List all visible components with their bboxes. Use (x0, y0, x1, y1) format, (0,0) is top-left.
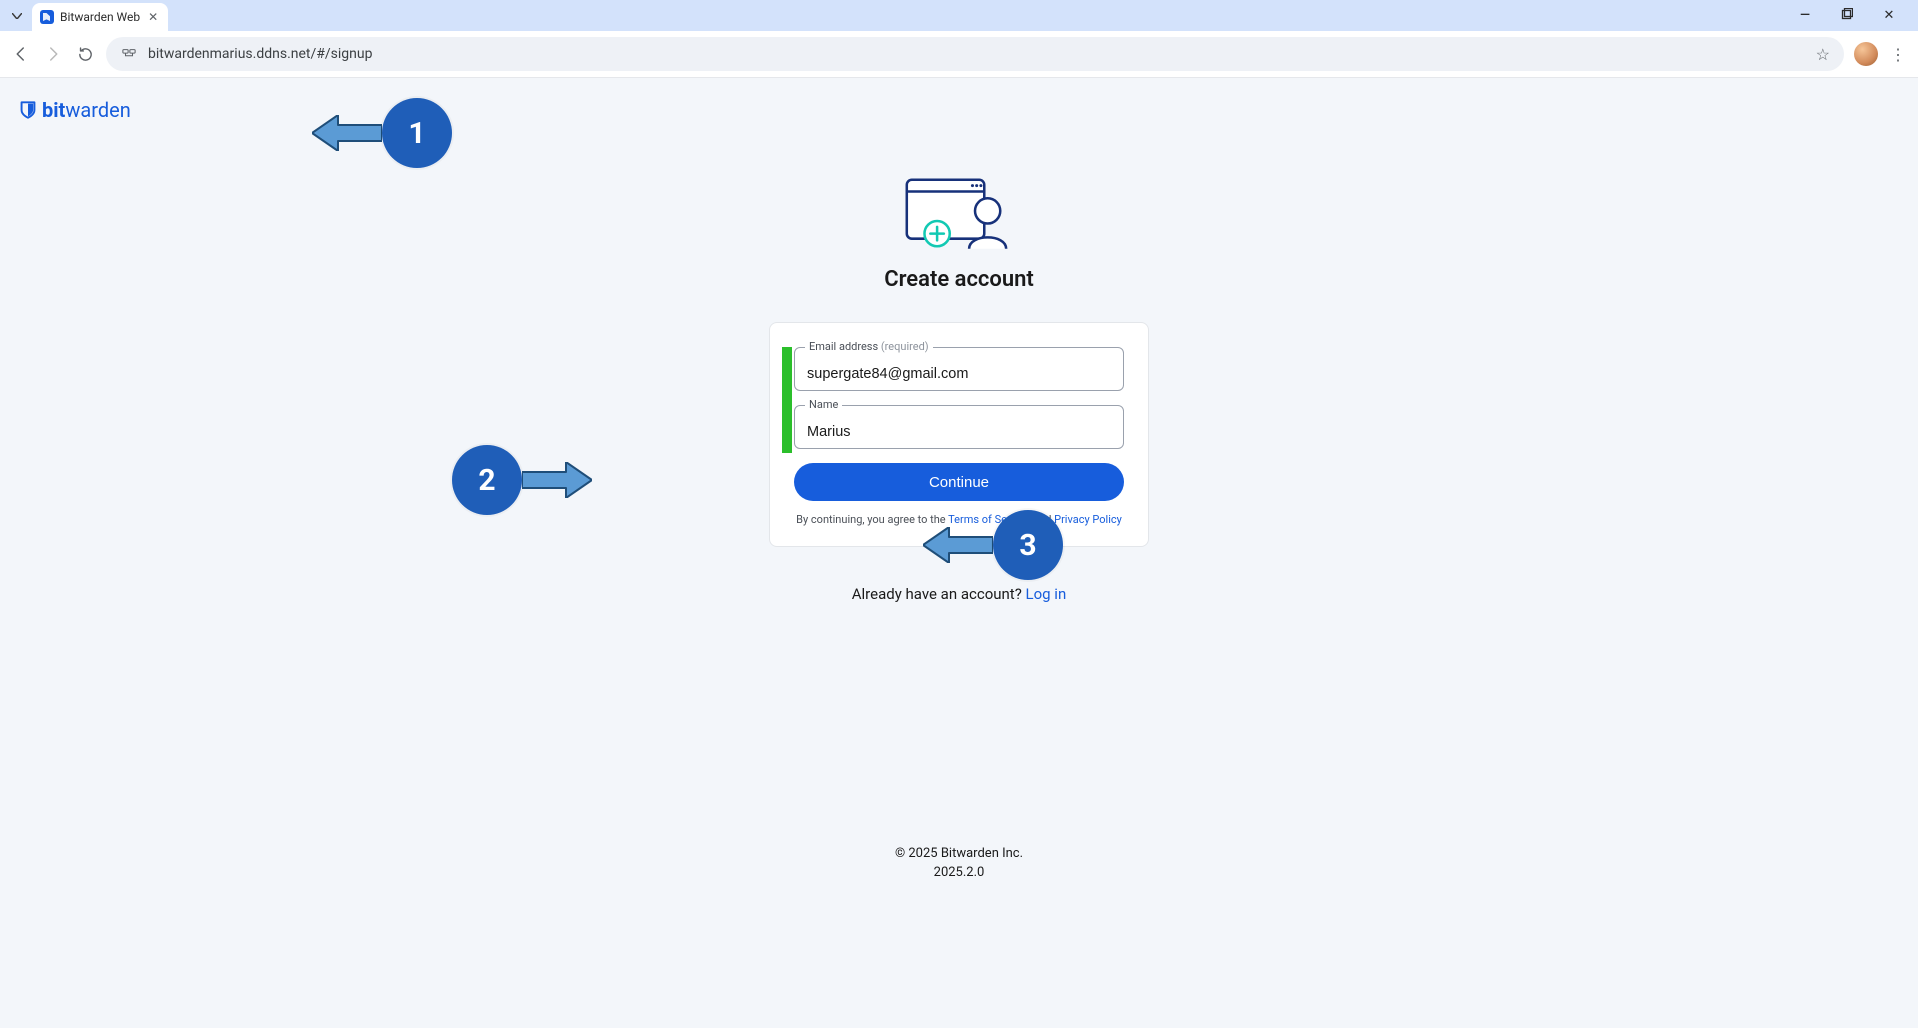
site-info-icon[interactable] (120, 45, 138, 63)
arrow-right-icon (522, 462, 592, 498)
copyright: © 2025 Bitwarden Inc. (0, 846, 1918, 861)
name-field-wrapper: Name (794, 405, 1124, 449)
url-text: bitwardenmarius.ddns.net/#/signup (148, 46, 372, 62)
tab-separator (175, 8, 176, 26)
maximize-icon[interactable] (1834, 8, 1860, 24)
browser-tab-bar: Bitwarden Web ✕ ― ✕ (0, 0, 1918, 31)
browser-toolbar: bitwardenmarius.ddns.net/#/signup ☆ ⋮ (0, 31, 1918, 77)
back-icon[interactable] (10, 43, 32, 65)
browser-tab[interactable]: Bitwarden Web ✕ (32, 3, 168, 31)
bookmark-star-icon[interactable]: ☆ (1816, 45, 1830, 64)
continue-button[interactable]: Continue (794, 463, 1124, 501)
name-input[interactable] (795, 406, 1123, 448)
annotation-green-bar (782, 347, 792, 453)
close-window-icon[interactable]: ✕ (1876, 8, 1902, 23)
login-link[interactable]: Log in (1026, 585, 1067, 603)
close-tab-icon[interactable]: ✕ (146, 10, 160, 24)
page-content: bitwarden Create account Email address (… (0, 78, 1918, 1028)
annotation-number-1: 1 (408, 116, 425, 151)
privacy-link[interactable]: Privacy Policy (1054, 513, 1122, 526)
page-title: Create account (884, 267, 1034, 292)
tab-title: Bitwarden Web (60, 10, 140, 24)
brand-text: bitwarden (42, 98, 131, 122)
legal-text: By continuing, you agree to the Terms of… (794, 513, 1124, 526)
create-account-illustration (899, 173, 1019, 253)
tab-search-dropdown[interactable] (6, 5, 28, 27)
already-have-account: Already have an account? Log in (852, 585, 1067, 603)
arrow-left-icon (312, 115, 382, 151)
name-label: Name (805, 398, 842, 411)
window-controls: ― ✕ (1792, 0, 1912, 31)
shield-icon (20, 101, 36, 119)
email-label: Email address (required) (805, 340, 933, 353)
reload-icon[interactable] (74, 43, 96, 65)
page-footer: © 2025 Bitwarden Inc. 2025.2.0 (0, 846, 1918, 880)
email-field-wrapper: Email address (required) (794, 347, 1124, 391)
terms-link[interactable]: Terms of Service (948, 513, 1030, 526)
minimize-icon[interactable]: ― (1792, 8, 1818, 23)
bitwarden-favicon (40, 10, 54, 24)
address-bar[interactable]: bitwardenmarius.ddns.net/#/signup ☆ (106, 37, 1844, 71)
version: 2025.2.0 (0, 865, 1918, 880)
email-input[interactable] (795, 348, 1123, 390)
annotation-callout-2: 2 (452, 445, 592, 515)
forward-icon[interactable] (42, 43, 64, 65)
bitwarden-logo[interactable]: bitwarden (20, 98, 131, 122)
annotation-number-2: 2 (478, 463, 495, 498)
signup-card: Email address (required) Name Continue B… (769, 322, 1149, 547)
annotation-callout-1: 1 (312, 98, 452, 168)
profile-avatar[interactable] (1854, 42, 1878, 66)
browser-menu-icon[interactable]: ⋮ (1888, 45, 1908, 64)
